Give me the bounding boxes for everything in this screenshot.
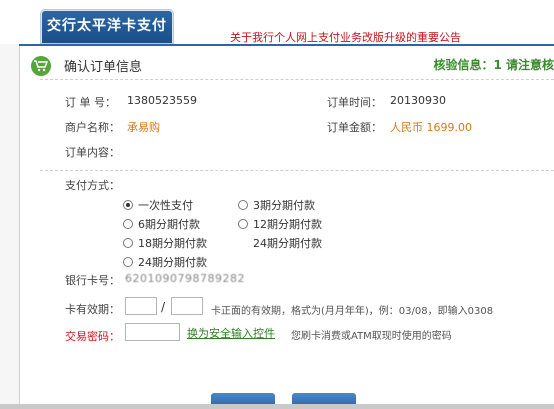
- announcement-link[interactable]: 关于我行个人网上支付业务改版升级的重要公告: [230, 29, 461, 45]
- radio-option-24[interactable]: 24期分期付款: [123, 254, 207, 270]
- password-hint: 您刷卡消费或ATM取现时使用的密码: [291, 331, 452, 342]
- section-header: 确认订单信息 核验信息：1 请注意核: [19, 50, 554, 78]
- expiry-slash: /: [161, 300, 166, 314]
- section-title: 确认订单信息: [64, 60, 143, 75]
- password-input[interactable]: [125, 323, 180, 341]
- order-time-label: 订单时间：: [327, 96, 382, 109]
- brand-title: 交行太平洋卡支付: [47, 18, 167, 34]
- expiry-hint: 卡正面的有效期，格式为(月月年年)，例：03/08，即输入0308: [211, 306, 494, 317]
- merchant-label: 商户名称：: [65, 121, 120, 134]
- radio-option-18[interactable]: 18期分期付款: [123, 235, 207, 251]
- radio-option-6[interactable]: 6期分期付款: [123, 216, 200, 232]
- bottom-bar: [0, 404, 554, 409]
- radio-option-3[interactable]: 3期分期付款: [238, 197, 315, 213]
- radio-checked-icon: [123, 200, 133, 210]
- content-label: 订单内容：: [65, 146, 120, 159]
- password-label: 交易密码：: [65, 330, 120, 343]
- secure-input-link[interactable]: 换为安全输入控件: [187, 325, 275, 341]
- radio-icon: [123, 219, 133, 229]
- expiry-label: 卡有效期：: [65, 303, 120, 316]
- amount-label: 订单金额：: [327, 121, 382, 134]
- amount-value: 人民币 1699.00: [390, 121, 472, 134]
- expiry-month-input[interactable]: [125, 297, 157, 315]
- pay-method-label: 支付方式：: [65, 179, 120, 192]
- radio-option-one-time[interactable]: 一次性支付: [123, 197, 193, 213]
- card-no-value: 6201090798789282: [125, 272, 245, 285]
- expiry-year-input[interactable]: [171, 297, 203, 315]
- card-no-label: 银行卡号：: [65, 274, 120, 287]
- section-divider: [40, 79, 554, 80]
- cart-icon: [31, 56, 51, 76]
- radio-option-12[interactable]: 12期分期付款: [238, 216, 322, 232]
- radio-icon: [238, 219, 248, 229]
- brand-tab: 交行太平洋卡支付: [41, 10, 173, 43]
- option-24-text: 24期分期付款: [253, 237, 322, 250]
- radio-icon: [123, 238, 133, 248]
- merchant-value: 承易购: [127, 121, 160, 134]
- radio-icon: [238, 200, 248, 210]
- verify-info: 核验信息：1 请注意核: [433, 58, 554, 72]
- radio-icon: [123, 257, 133, 267]
- order-no-label: 订 单 号：: [65, 96, 116, 109]
- order-time-value: 20130930: [390, 94, 446, 107]
- order-no-value: 1380523559: [127, 94, 197, 107]
